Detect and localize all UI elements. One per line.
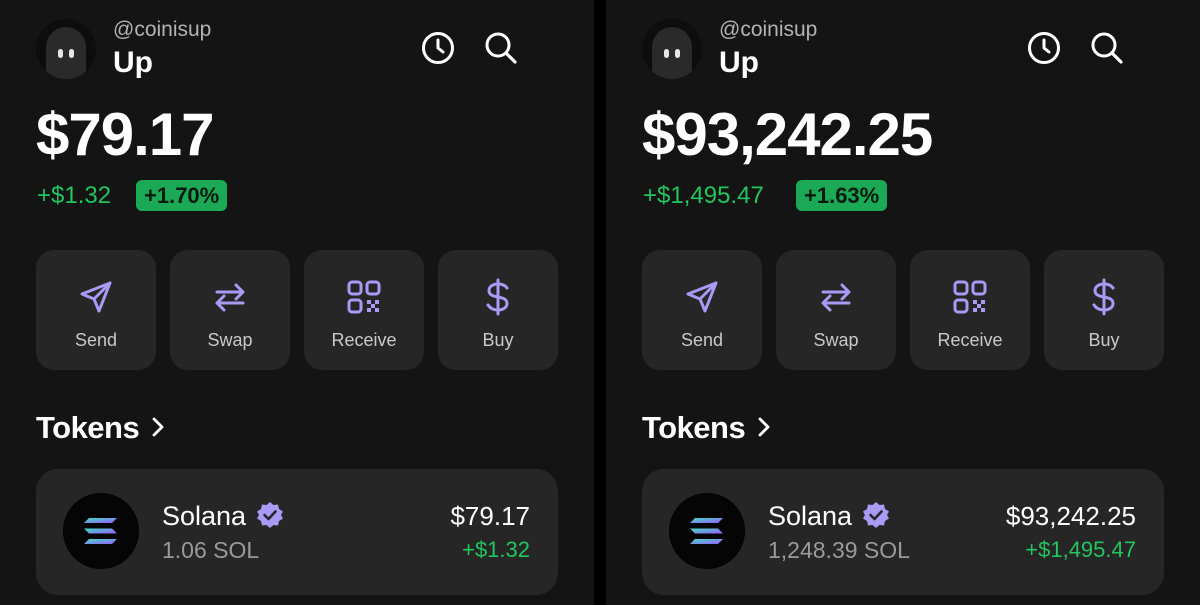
qr-code-icon xyxy=(347,280,381,314)
account-handle: @coinisup xyxy=(719,18,818,41)
swap-button[interactable]: Swap xyxy=(776,250,896,370)
receive-label: Receive xyxy=(331,330,397,350)
send-icon xyxy=(686,281,718,313)
token-row-solana[interactable]: Solana 1.06 SOL $79.17 +$1.32 xyxy=(36,469,558,595)
avatar[interactable] xyxy=(36,19,96,79)
ghost-avatar-icon xyxy=(46,27,86,79)
dollar-icon xyxy=(486,278,509,316)
token-change: +$1.32 xyxy=(462,537,530,562)
ghost-eye-left xyxy=(58,49,63,58)
screen-divider xyxy=(594,0,606,605)
dollar-icon xyxy=(1092,278,1115,316)
receive-label: Receive xyxy=(937,330,1003,350)
search-icon[interactable] xyxy=(1089,30,1125,66)
solana-logo-icon xyxy=(669,493,745,569)
send-button[interactable]: Send xyxy=(36,250,156,370)
ghost-eye-right xyxy=(69,49,74,58)
total-balance: $79.17 xyxy=(36,101,215,168)
ghost-eye-left xyxy=(664,49,669,58)
tokens-heading[interactable]: Tokens xyxy=(642,410,746,446)
swap-icon xyxy=(215,283,245,312)
wallet-screen-left: @coinisup Up $79.17 +$1.32 +1.70% Send S… xyxy=(0,0,594,605)
account-name[interactable]: Up xyxy=(719,46,759,80)
send-button[interactable]: Send xyxy=(642,250,762,370)
token-name: Solana xyxy=(768,501,853,531)
token-name: Solana xyxy=(162,501,247,531)
history-icon[interactable] xyxy=(420,30,456,66)
send-label: Send xyxy=(74,330,118,350)
balance-change-amount: +$1.32 xyxy=(37,182,112,209)
wallet-screen-right: @coinisup Up $93,242.25 +$1,495.47 +1.63… xyxy=(606,0,1200,605)
ghost-eye-right xyxy=(675,49,680,58)
swap-label: Swap xyxy=(813,330,859,350)
chevron-right-icon[interactable] xyxy=(151,416,165,438)
token-value: $93,242.25 xyxy=(1005,501,1136,531)
buy-button[interactable]: Buy xyxy=(1044,250,1164,370)
search-icon[interactable] xyxy=(483,30,519,66)
token-amount: 1.06 SOL xyxy=(162,537,260,563)
balance-change-percent-badge: +1.70% xyxy=(136,180,228,211)
chevron-right-icon[interactable] xyxy=(757,416,771,438)
solana-logo-icon xyxy=(63,493,139,569)
balance-change-amount: +$1,495.47 xyxy=(643,182,764,209)
token-change: +$1,495.47 xyxy=(1025,537,1136,562)
swap-label: Swap xyxy=(207,330,253,350)
balance-change-percent-badge: +1.63% xyxy=(796,180,888,211)
token-amount: 1,248.39 SOL xyxy=(768,537,910,563)
swap-button[interactable]: Swap xyxy=(170,250,290,370)
buy-label: Buy xyxy=(482,330,514,350)
receive-button[interactable]: Receive xyxy=(304,250,424,370)
ghost-avatar-icon xyxy=(652,27,692,79)
buy-button[interactable]: Buy xyxy=(438,250,558,370)
history-icon[interactable] xyxy=(1026,30,1062,66)
send-label: Send xyxy=(680,330,724,350)
account-name[interactable]: Up xyxy=(113,46,153,80)
swap-icon xyxy=(821,283,851,312)
verified-badge-icon xyxy=(257,502,283,528)
receive-button[interactable]: Receive xyxy=(910,250,1030,370)
qr-code-icon xyxy=(953,280,987,314)
screens: @coinisup Up $79.17 +$1.32 +1.70% Send S… xyxy=(0,0,1200,605)
send-icon xyxy=(80,281,112,313)
buy-label: Buy xyxy=(1088,330,1120,350)
total-balance: $93,242.25 xyxy=(642,101,933,168)
account-handle: @coinisup xyxy=(113,18,212,41)
token-row-solana[interactable]: Solana 1,248.39 SOL $93,242.25 +$1,495.4… xyxy=(642,469,1164,595)
verified-badge-icon xyxy=(863,502,889,528)
token-value: $79.17 xyxy=(450,501,530,531)
tokens-heading[interactable]: Tokens xyxy=(36,410,140,446)
avatar[interactable] xyxy=(642,19,702,79)
